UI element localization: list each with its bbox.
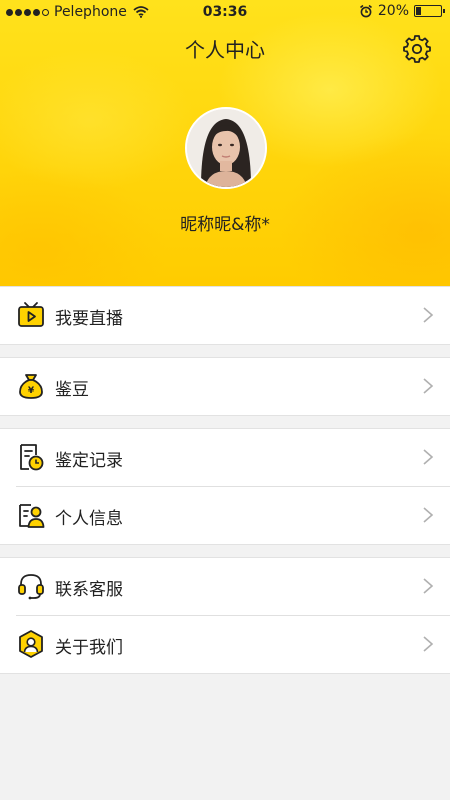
menu-group-live: 我要直播 — [0, 286, 450, 345]
profile-card-icon — [19, 504, 45, 528]
menu-item-personal-info[interactable]: 个人信息 — [0, 487, 450, 544]
menu-group-support: 联系客服 关于我们 — [0, 557, 450, 674]
avatar-portrait-image — [187, 109, 265, 187]
battery-icon — [414, 5, 445, 17]
alarm-clock-icon — [359, 4, 372, 18]
chevron-right-icon — [423, 449, 434, 465]
profile-header: Pelephone 03:36 20% 个人中心 昵称昵&称* — [0, 0, 450, 286]
nickname: 昵称昵&称* — [180, 215, 270, 235]
status-right: 20% — [359, 3, 445, 19]
menu-item-customer-service[interactable]: 联系客服 — [0, 558, 450, 615]
menu-item-go-live[interactable]: 我要直播 — [0, 287, 450, 344]
menu-item-label: 联系客服 — [55, 580, 123, 600]
chevron-right-icon — [423, 578, 434, 594]
page-title: 个人中心 — [185, 38, 265, 62]
chevron-right-icon — [423, 636, 434, 652]
menu-item-about-us[interactable]: 关于我们 — [0, 616, 450, 673]
menu-item-label: 我要直播 — [55, 309, 123, 329]
avatar[interactable] — [185, 107, 267, 189]
menu-item-appraisal-records[interactable]: 鉴定记录 — [0, 429, 450, 486]
menu-item-beans[interactable]: ¥ 鉴豆 — [0, 358, 450, 415]
menu-item-label: 关于我们 — [55, 638, 123, 658]
svg-text:¥: ¥ — [28, 386, 35, 396]
status-bar: Pelephone 03:36 20% — [0, 0, 450, 26]
chevron-right-icon — [423, 307, 434, 323]
menu-item-label: 鉴定记录 — [55, 451, 123, 471]
tv-play-icon — [18, 302, 44, 327]
record-clock-icon — [20, 444, 44, 471]
menu-group-records: 鉴定记录 个人信息 — [0, 428, 450, 545]
chevron-right-icon — [423, 507, 434, 523]
money-bag-icon: ¥ — [19, 374, 43, 399]
battery-percent: 20% — [377, 3, 409, 19]
battery-level-fill — [416, 7, 421, 15]
headset-icon — [18, 574, 44, 600]
menu-group-beans: ¥ 鉴豆 — [0, 357, 450, 416]
menu-item-label: 鉴豆 — [55, 380, 89, 400]
chevron-right-icon — [423, 378, 434, 394]
shield-user-icon — [19, 630, 43, 658]
menu-item-label: 个人信息 — [55, 509, 123, 529]
settings-gear-icon[interactable] — [402, 33, 432, 63]
